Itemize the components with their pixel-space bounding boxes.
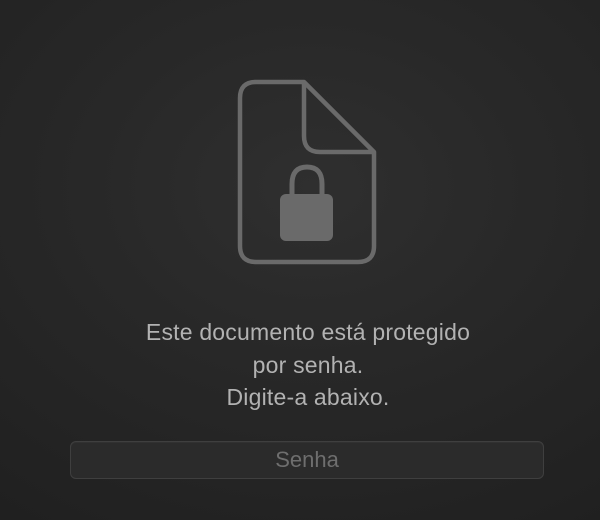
message-line-1: Este documento está protegido [145,319,471,345]
locked-document-icon [234,76,382,268]
password-prompt-message: Este documento está protegido por senha.… [0,316,600,414]
message-line-3: Digite-a abaixo. [226,384,390,410]
locked-document-icon-graphic [237,79,377,265]
password-input[interactable] [70,441,544,479]
message-line-2: por senha. [252,351,364,378]
